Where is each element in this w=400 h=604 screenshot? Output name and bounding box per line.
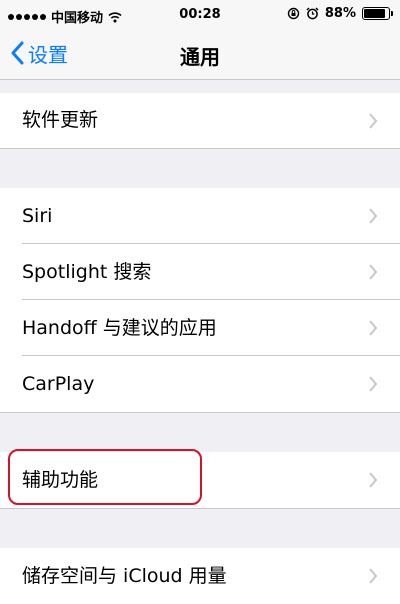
row-label: 储存空间与 iCloud 用量 xyxy=(22,565,227,587)
row-label: 软件更新 xyxy=(22,109,99,131)
battery-percentage: 88% xyxy=(324,6,356,21)
settings-row-software-update[interactable]: 软件更新 xyxy=(0,93,400,148)
alarm-icon xyxy=(306,7,319,20)
status-right: 88% xyxy=(287,6,393,21)
group-separator xyxy=(0,412,400,413)
settings-row-carplay[interactable]: CarPlay xyxy=(0,356,400,412)
status-bar: 中国移动 00:28 88% xyxy=(0,0,400,28)
chevron-right-icon xyxy=(369,472,378,488)
chevron-right-icon xyxy=(369,320,378,336)
chevron-right-icon xyxy=(369,208,378,224)
settings-row-accessibility[interactable]: 辅助功能 xyxy=(0,452,400,508)
settings-row-handoff[interactable]: Handoff 与建议的应用 xyxy=(0,300,400,356)
row-label: CarPlay xyxy=(22,373,95,395)
battery-fill xyxy=(364,9,386,18)
settings-row-spotlight[interactable]: Spotlight 搜索 xyxy=(0,244,400,300)
row-label: 辅助功能 xyxy=(22,469,99,491)
group-separator xyxy=(0,148,400,149)
chevron-right-icon xyxy=(369,264,378,280)
row-label: Siri xyxy=(22,205,53,227)
group-separator xyxy=(0,508,400,509)
chevron-right-icon xyxy=(369,113,378,129)
navigation-bar: 设置 通用 xyxy=(0,28,400,80)
lock-rotation-icon xyxy=(287,7,300,20)
settings-row-storage-icloud[interactable]: 储存空间与 iCloud 用量 xyxy=(0,548,400,604)
settings-row-siri[interactable]: Siri xyxy=(0,188,400,244)
chevron-right-icon xyxy=(369,568,378,584)
page-title: 通用 xyxy=(180,45,220,69)
chevron-right-icon xyxy=(369,376,378,392)
row-label: Spotlight 搜索 xyxy=(22,261,152,283)
battery-icon xyxy=(362,7,393,20)
row-label: Handoff 与建议的应用 xyxy=(22,317,217,339)
